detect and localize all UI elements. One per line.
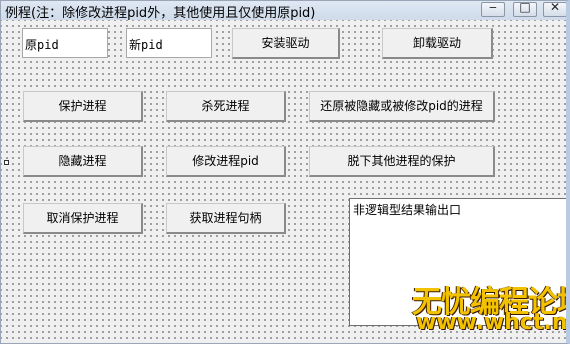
hide-process-button[interactable]: 隐藏进程 xyxy=(23,146,143,177)
install-driver-button[interactable]: 安装驱动 xyxy=(232,28,340,59)
watermark-url: www.whct.net xyxy=(416,310,568,335)
close-button[interactable]: ✕ xyxy=(543,0,566,17)
restore-process-button[interactable]: 还原被隐藏或被修改pid的进程 xyxy=(309,91,495,122)
modify-pid-button[interactable]: 修改进程pid xyxy=(166,146,286,177)
minimize-icon: ‒ xyxy=(489,0,497,14)
protect-process-button[interactable]: 保护进程 xyxy=(23,91,143,122)
new-pid-field[interactable]: 新pid xyxy=(126,28,212,58)
remove-protection-button[interactable]: 脱下其他进程的保护 xyxy=(309,146,495,177)
close-icon: ✕ xyxy=(549,0,561,14)
title-bar[interactable]: 例程(注：除修改进程pid外，其他使用且仅使用原pid) ‒ □ ✕ xyxy=(1,0,566,21)
app-window: 例程(注：除修改进程pid外，其他使用且仅使用原pid) ‒ □ ✕ 原pid … xyxy=(0,0,570,344)
maximize-icon: □ xyxy=(519,0,531,14)
unprotect-process-button[interactable]: 取消保护进程 xyxy=(23,203,143,234)
uninstall-driver-button[interactable]: 卸载驱动 xyxy=(382,28,493,59)
output-text: 非逻辑型结果输出口 xyxy=(353,203,462,217)
maximize-button[interactable]: □ xyxy=(513,0,537,17)
resize-handle[interactable] xyxy=(4,160,9,165)
site-watermark: 无忧编程论坛 www.whct.net xyxy=(412,277,568,337)
get-handle-button[interactable]: 获取进程句柄 xyxy=(166,203,286,234)
minimize-button[interactable]: ‒ xyxy=(481,0,505,17)
old-pid-field[interactable]: 原pid xyxy=(22,28,108,58)
kill-process-button[interactable]: 杀死进程 xyxy=(166,91,286,122)
window-title: 例程(注：除修改进程pid外，其他使用且仅使用原pid) xyxy=(5,6,316,21)
